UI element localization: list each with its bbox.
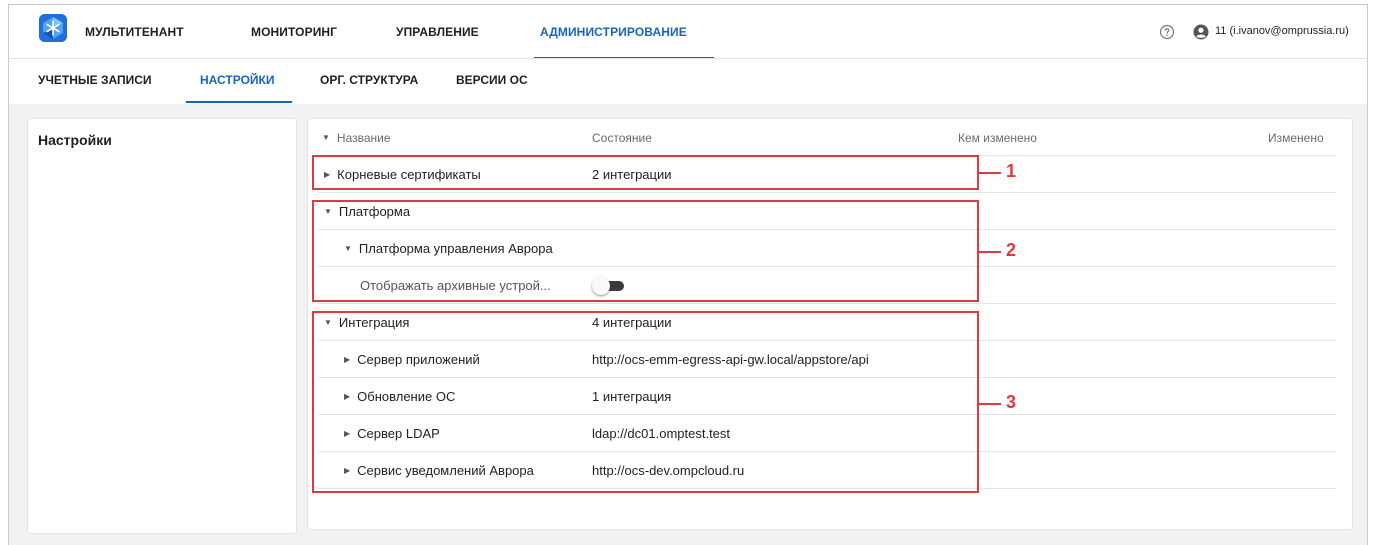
- sidebar-title: Настройки: [38, 132, 112, 148]
- column-header-name[interactable]: ▼ Название: [322, 131, 391, 145]
- subtab-settings[interactable]: НАСТРОЙКИ: [186, 59, 292, 103]
- settings-sidebar: Настройки: [27, 118, 297, 534]
- annotation-number-1: 1: [1006, 161, 1017, 181]
- column-header-modified[interactable]: Изменено: [1268, 131, 1324, 145]
- column-header-state[interactable]: Состояние: [592, 131, 652, 145]
- user-account-label[interactable]: 11 (i.ivanov@omprussia.ru): [1215, 25, 1349, 37]
- nav-tab-label: УПРАВЛЕНИЕ: [396, 25, 479, 39]
- annotation-line-3: [979, 403, 1001, 405]
- annotation-box-3: [312, 311, 979, 493]
- table-header: ▼ Название Состояние Кем изменено Изменен…: [308, 119, 1354, 156]
- nav-tab-label: АДМИНИСТРИРОВАНИЕ: [540, 25, 687, 39]
- subtab-label: УЧЕТНЫЕ ЗАПИСИ: [38, 73, 152, 87]
- column-header-modified-by[interactable]: Кем изменено: [958, 131, 1037, 145]
- column-label: Название: [336, 131, 391, 145]
- sort-down-icon: ▼: [322, 133, 330, 142]
- annotation-number-2: 2: [1006, 240, 1017, 260]
- nav-tab-label: МОНИТОРИНГ: [251, 25, 338, 39]
- nav-tab-administration[interactable]: АДМИНИСТРИРОВАНИЕ: [534, 5, 714, 59]
- help-circle-icon[interactable]: [1159, 24, 1175, 40]
- annotation-line-1: [979, 172, 1001, 174]
- subtab-label: ВЕРСИИ ОС: [456, 73, 528, 87]
- annotation-box-1: [312, 155, 979, 190]
- annotation-number-3: 3: [1006, 392, 1017, 412]
- annotation-line-2: [979, 251, 1001, 253]
- app-logo-icon[interactable]: [39, 14, 67, 42]
- annotation-box-2: [312, 200, 979, 302]
- nav-tab-label: МУЛЬТИТЕНАНТ: [85, 25, 184, 39]
- top-navigation-bar: МУЛЬТИТЕНАНТ МОНИТОРИНГ УПРАВЛЕНИЕ АДМИН…: [8, 4, 1368, 59]
- sub-navigation-bar: УЧЕТНЫЕ ЗАПИСИ НАСТРОЙКИ ОРГ. СТРУКТУРА …: [8, 58, 1368, 104]
- user-circle-icon[interactable]: [1193, 24, 1209, 40]
- subtab-label: НАСТРОЙКИ: [200, 73, 275, 87]
- subtab-label: ОРГ. СТРУКТУРА: [320, 73, 419, 87]
- active-subtab-underline: [186, 101, 292, 103]
